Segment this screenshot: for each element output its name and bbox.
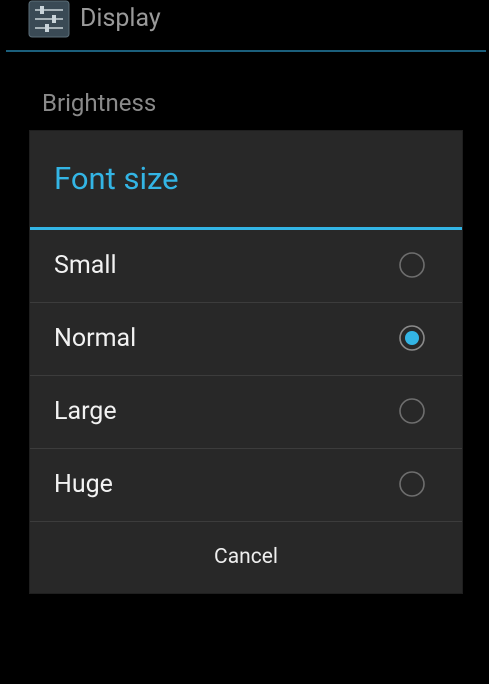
page-title: Display xyxy=(80,4,161,33)
brightness-setting[interactable]: Brightness xyxy=(42,88,156,118)
option-small[interactable]: Small xyxy=(30,230,462,303)
font-size-dialog: Font size Small Normal Large Huge Cancel xyxy=(30,131,462,593)
dialog-title: Font size xyxy=(54,160,179,197)
option-huge[interactable]: Huge xyxy=(30,449,462,522)
radio-unselected-icon[interactable] xyxy=(399,252,425,278)
option-normal[interactable]: Normal xyxy=(30,303,462,376)
option-label: Small xyxy=(54,251,117,280)
settings-sliders-icon[interactable] xyxy=(28,0,70,38)
option-large[interactable]: Large xyxy=(30,376,462,449)
radio-unselected-icon[interactable] xyxy=(399,398,425,424)
radio-selected-icon[interactable] xyxy=(399,325,425,351)
screen: Display Brightness Font size Small Norma… xyxy=(0,0,489,684)
option-label: Normal xyxy=(54,324,137,353)
cancel-label: Cancel xyxy=(214,545,278,569)
option-label: Large xyxy=(54,397,117,426)
option-label: Huge xyxy=(54,470,113,499)
action-bar: Display xyxy=(0,0,489,52)
radio-unselected-icon[interactable] xyxy=(399,471,425,497)
cancel-button[interactable]: Cancel xyxy=(30,522,462,593)
action-bar-divider xyxy=(6,50,486,52)
